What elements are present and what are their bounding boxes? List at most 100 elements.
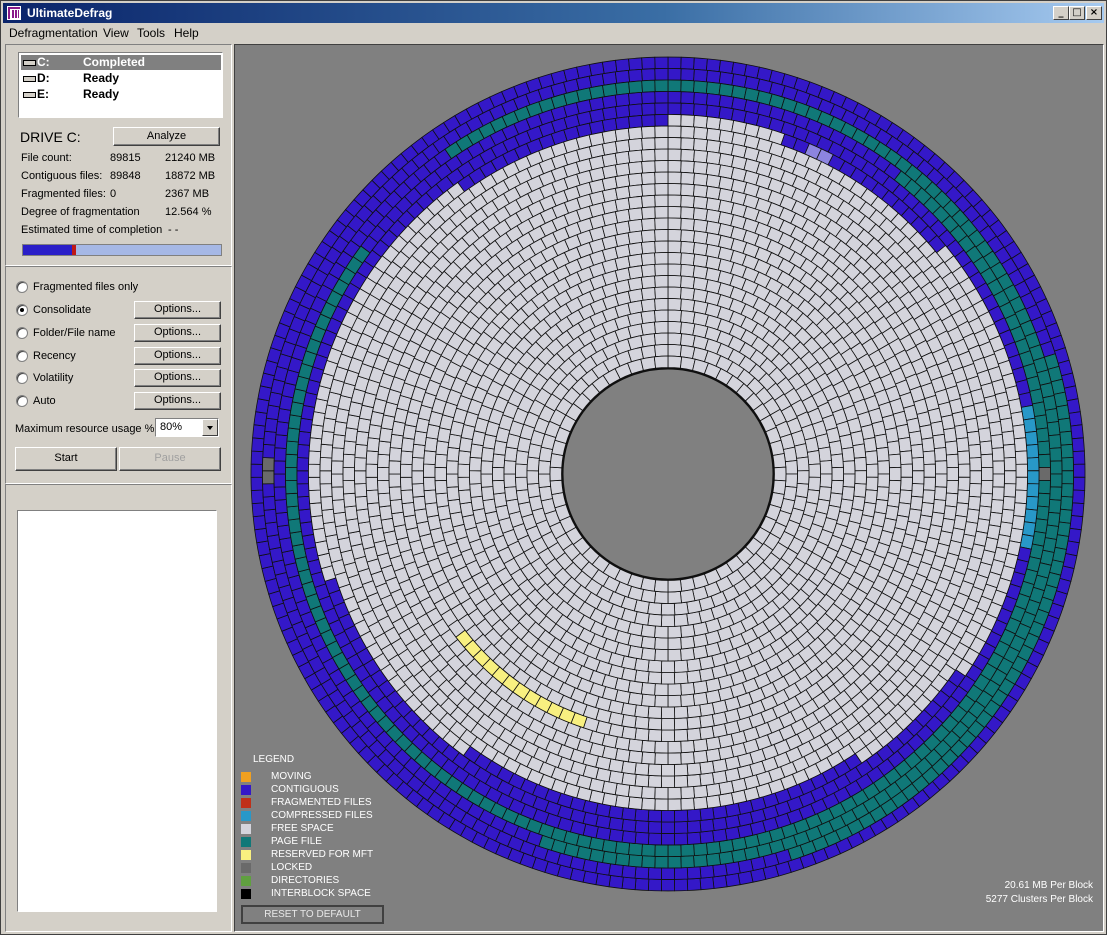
disk-block — [692, 253, 709, 268]
legend-swatch — [241, 889, 251, 899]
menu-defragmentation[interactable]: Defragmentation — [9, 26, 98, 40]
drive-section: C: Completed D: Ready E: Ready DRIVE C: … — [5, 44, 232, 266]
method-label: Auto — [33, 395, 56, 407]
disk-block — [654, 183, 669, 196]
maximize-icon[interactable]: □ — [1069, 6, 1085, 20]
disk-block — [354, 495, 369, 511]
disk-block — [680, 114, 695, 128]
hard-drive-icon — [23, 60, 36, 66]
start-button[interactable]: Start — [15, 447, 117, 471]
disk-block — [667, 625, 682, 639]
disk-block — [686, 866, 702, 880]
radio-auto[interactable] — [16, 395, 28, 407]
disk-block — [640, 275, 656, 290]
disk-block — [654, 344, 669, 358]
auto-options-button[interactable]: Options... — [134, 392, 221, 410]
chevron-down-icon[interactable] — [202, 419, 218, 436]
progress-fill — [23, 245, 76, 255]
analyze-button[interactable]: Analyze — [113, 127, 220, 146]
disk-block — [654, 102, 669, 116]
title-bar[interactable]: UltimateDefrag _ □ × — [3, 3, 1104, 23]
legend-swatch — [241, 798, 251, 808]
disk-block — [680, 739, 695, 754]
disk-block — [842, 473, 856, 488]
disk-block — [614, 116, 631, 131]
radio-volatility[interactable] — [16, 372, 28, 384]
menu-help[interactable]: Help — [174, 26, 199, 40]
reset-to-default-button[interactable]: RESET TO DEFAULT — [241, 905, 384, 924]
disk-block — [319, 443, 334, 459]
disk-block — [977, 427, 992, 443]
drive-row-e[interactable]: E: Ready — [21, 87, 221, 102]
disk-block — [898, 489, 913, 505]
disk-block — [647, 717, 663, 731]
drive-list[interactable]: C: Completed D: Ready E: Ready — [18, 52, 223, 118]
disk-block — [627, 738, 644, 753]
disk-block — [680, 263, 696, 278]
disk-block — [492, 453, 506, 469]
disk-block — [354, 457, 367, 472]
recency-options-button[interactable]: Options... — [134, 347, 221, 365]
drive-row-c[interactable]: C: Completed — [21, 55, 221, 70]
disk-block — [423, 450, 437, 465]
volatility-options-button[interactable]: Options... — [134, 369, 221, 387]
disk-block — [796, 456, 810, 472]
legend-swatch — [241, 876, 251, 886]
disk-block — [641, 56, 656, 70]
disk-block — [354, 470, 367, 485]
disk-block — [640, 321, 656, 336]
disk-block — [262, 470, 275, 485]
disk-block — [705, 150, 722, 166]
disk-block — [943, 427, 958, 443]
legend-swatch — [241, 785, 251, 795]
disk-block — [263, 508, 278, 524]
disk-block — [667, 56, 682, 70]
disk-block — [1012, 424, 1027, 440]
minimize-icon[interactable]: _ — [1053, 6, 1069, 20]
disk-block — [980, 466, 994, 482]
disk-block — [969, 470, 982, 485]
close-icon[interactable]: × — [1086, 6, 1102, 20]
disk-block — [680, 310, 696, 325]
disk-block — [686, 831, 702, 845]
legend-swatch — [241, 863, 251, 873]
disk-block — [680, 148, 695, 162]
folder-options-button[interactable]: Options... — [134, 324, 221, 342]
radio-consolidate[interactable] — [16, 304, 28, 316]
disk-block — [680, 102, 695, 116]
disk-block — [333, 511, 348, 528]
drive-row-d[interactable]: D: Ready — [21, 71, 221, 86]
menu-tools[interactable]: Tools — [137, 26, 165, 40]
disk-block — [653, 332, 669, 346]
log-box[interactable] — [17, 510, 217, 912]
disk-block — [654, 206, 669, 219]
disk-block — [296, 483, 310, 498]
disk-block — [667, 286, 682, 300]
disk-block — [686, 704, 702, 719]
disk-block — [641, 137, 656, 151]
method-label: Folder/File name — [33, 327, 116, 339]
disk-block — [667, 637, 682, 650]
radio-recency[interactable] — [16, 350, 28, 362]
disk-block — [389, 433, 404, 450]
menu-view[interactable]: View — [103, 26, 129, 40]
disk-block — [621, 760, 637, 775]
disk-block — [660, 809, 676, 823]
disk-block — [273, 447, 287, 462]
consolidate-options-button[interactable]: Options... — [134, 301, 221, 319]
disk-block — [377, 492, 392, 508]
disk-block — [667, 648, 682, 662]
disk-block — [699, 772, 715, 787]
radio-folder-file-name[interactable] — [16, 327, 28, 339]
pause-button[interactable]: Pause — [119, 447, 221, 471]
disk-block — [673, 717, 689, 731]
disk-block — [1003, 483, 1017, 498]
radio-fragmented-only[interactable] — [16, 281, 28, 293]
disk-block — [641, 102, 656, 116]
disk-block — [679, 577, 696, 592]
disk-block — [285, 479, 298, 495]
resource-usage-select[interactable]: 80% — [155, 418, 219, 437]
disk-block — [627, 242, 644, 257]
disk-block — [413, 430, 428, 446]
drive-heading: DRIVE C: — [20, 129, 81, 145]
